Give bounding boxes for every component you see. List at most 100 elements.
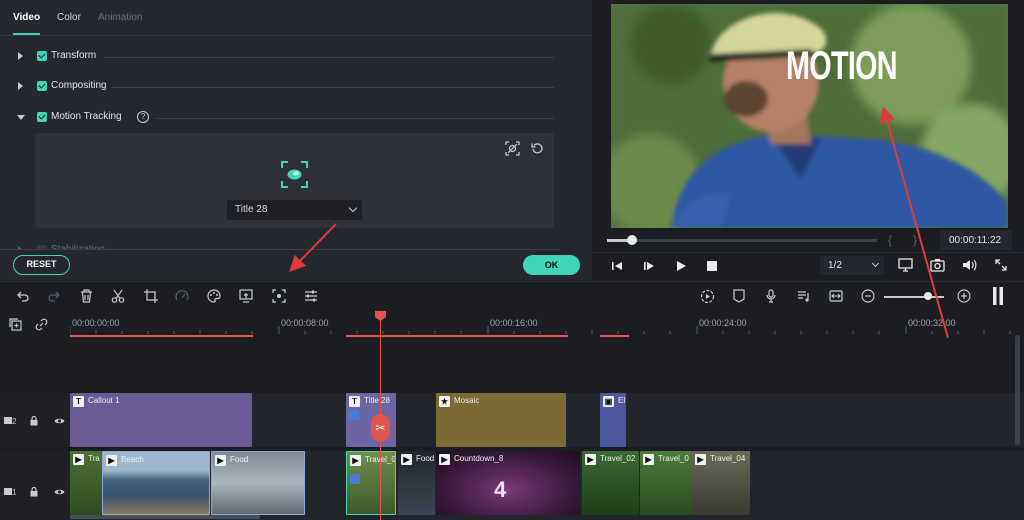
- tracking-object-select[interactable]: Title 28: [227, 200, 362, 220]
- add-track-icon[interactable]: [9, 318, 22, 331]
- tab-video[interactable]: Video: [13, 12, 41, 35]
- mark-in-icon[interactable]: {: [888, 233, 892, 247]
- motion-title-overlay[interactable]: MOTION: [786, 44, 898, 89]
- zoom-slider-track[interactable]: [884, 296, 944, 298]
- video-clip-icon: ▶: [401, 454, 412, 465]
- playback-seek-track[interactable]: [607, 239, 877, 242]
- eye-icon[interactable]: [54, 488, 65, 496]
- zoom-out-icon[interactable]: [861, 289, 875, 303]
- preview-timecode: 00:00:11:22: [949, 235, 1002, 246]
- zoom-in-icon[interactable]: [957, 289, 971, 303]
- tab-color[interactable]: Color: [57, 12, 81, 23]
- timeline-clip[interactable]: ▶ Travel_0: [640, 451, 692, 515]
- timeline-clip[interactable]: ▶ Tra: [70, 451, 102, 515]
- snapshot-icon[interactable]: [930, 258, 945, 272]
- timeline-clip[interactable]: T Callout 1: [70, 393, 252, 447]
- video-clip-icon: ▶: [215, 455, 226, 466]
- link-icon[interactable]: [35, 318, 48, 331]
- lock-icon[interactable]: [30, 487, 38, 497]
- section-motion-tracking[interactable]: Motion Tracking: [0, 109, 560, 129]
- clip-label: Travel_02: [600, 454, 636, 463]
- track-target-icon[interactable]: [281, 161, 308, 188]
- ruler-tick-label: 00:00:24:00: [699, 318, 747, 328]
- preview-quality-select[interactable]: 1/2: [820, 256, 884, 275]
- previous-frame-icon[interactable]: [611, 260, 623, 272]
- play-icon[interactable]: [675, 260, 687, 272]
- clip-label: Beach: [121, 455, 144, 464]
- timeline-horizontal-scrollbar[interactable]: [70, 515, 260, 519]
- speed-icon[interactable]: [175, 289, 189, 303]
- undo-icon[interactable]: [16, 289, 30, 303]
- playback-scrubber[interactable]: [627, 235, 637, 245]
- track-1-header: [0, 451, 70, 520]
- zoom-slider-knob[interactable]: [924, 292, 932, 300]
- reset-button[interactable]: RESET: [13, 255, 70, 275]
- select-value: 1/2: [828, 260, 842, 271]
- compositing-checkbox[interactable]: [37, 81, 47, 91]
- timeline-vertical-scrollbar[interactable]: [1015, 335, 1020, 445]
- section-transform[interactable]: Transform: [0, 48, 560, 68]
- clip-label: Mosaic: [454, 396, 480, 405]
- adjust-icon[interactable]: [304, 289, 318, 303]
- audio-mixer-icon[interactable]: [797, 289, 811, 303]
- reset-tracking-icon[interactable]: [531, 142, 544, 155]
- eye-icon[interactable]: [54, 417, 65, 425]
- pause-icon[interactable]: [992, 287, 1004, 305]
- video-preview[interactable]: [611, 4, 1008, 228]
- timeline-clip[interactable]: ★ Mosaic: [436, 393, 566, 447]
- mark-out-icon[interactable]: }: [913, 233, 917, 247]
- title-clip-icon: T: [73, 396, 84, 407]
- video-clip-icon: ▶: [695, 454, 706, 465]
- title-clip-icon: T: [349, 396, 360, 407]
- transform-checkbox[interactable]: [37, 51, 47, 61]
- mic-icon[interactable]: [765, 289, 777, 303]
- section-label: Motion Tracking: [51, 111, 122, 122]
- tab-animation[interactable]: Animation: [98, 12, 142, 23]
- timeline-clip[interactable]: ▶ Food: [398, 451, 435, 515]
- section-compositing[interactable]: Compositing: [0, 78, 560, 98]
- clip-label: Title 28: [364, 396, 390, 405]
- motion-tracking-checkbox[interactable]: [37, 112, 47, 122]
- transition-badge-icon: [350, 474, 360, 484]
- cut-icon[interactable]: [111, 289, 125, 303]
- split-clip-button[interactable]: ✂: [371, 414, 390, 442]
- next-frame-icon[interactable]: [643, 260, 655, 272]
- help-icon[interactable]: ?: [137, 111, 149, 123]
- timeline-clip[interactable]: ▶ Food: [211, 451, 305, 515]
- clip-label: Travel_0: [658, 454, 689, 463]
- clip-label: Travel_04: [710, 454, 746, 463]
- stop-icon[interactable]: [707, 261, 717, 271]
- timeline-clip[interactable]: ▶ Beach: [102, 451, 210, 515]
- color-icon[interactable]: [207, 289, 221, 303]
- lock-icon[interactable]: [30, 416, 38, 426]
- display-icon[interactable]: [898, 258, 913, 272]
- fullscreen-icon[interactable]: [995, 259, 1007, 271]
- ruler-tick-label: 00:00:08:00: [281, 318, 329, 328]
- render-preview-icon[interactable]: [700, 289, 715, 304]
- timeline-clip[interactable]: ▣ El: [600, 393, 626, 447]
- marker-icon[interactable]: [733, 289, 745, 303]
- timeline-clip[interactable]: ▶ Travel_02: [582, 451, 639, 515]
- countdown-digit: 4: [494, 477, 507, 502]
- crop-icon[interactable]: [144, 289, 158, 303]
- timeline-clip[interactable]: ▶ Travel_04: [692, 451, 750, 515]
- collapse-arrow-icon[interactable]: [17, 115, 25, 120]
- timeline-clip[interactable]: ▶ Travel_02: [346, 451, 396, 515]
- delete-icon[interactable]: [80, 289, 93, 303]
- clip-label: Food: [230, 455, 249, 464]
- motion-tracking-icon[interactable]: [272, 289, 286, 303]
- track-target-select-icon[interactable]: [505, 141, 520, 156]
- ok-button[interactable]: OK: [523, 255, 580, 275]
- track-number: 2: [12, 417, 17, 426]
- redo-icon[interactable]: [47, 289, 61, 303]
- expand-arrow-icon[interactable]: [18, 52, 23, 60]
- green-screen-icon[interactable]: [239, 289, 253, 303]
- track-video-icon: [4, 417, 12, 424]
- volume-icon[interactable]: [962, 258, 977, 272]
- fit-timeline-icon[interactable]: [829, 289, 843, 303]
- timeline-clip[interactable]: ▶ Countdown_8 4: [436, 451, 580, 515]
- effect-clip-icon: ★: [439, 396, 450, 407]
- element-clip-icon: ▣: [603, 396, 614, 407]
- expand-arrow-icon[interactable]: [18, 82, 23, 90]
- playback-controls: [593, 252, 1024, 280]
